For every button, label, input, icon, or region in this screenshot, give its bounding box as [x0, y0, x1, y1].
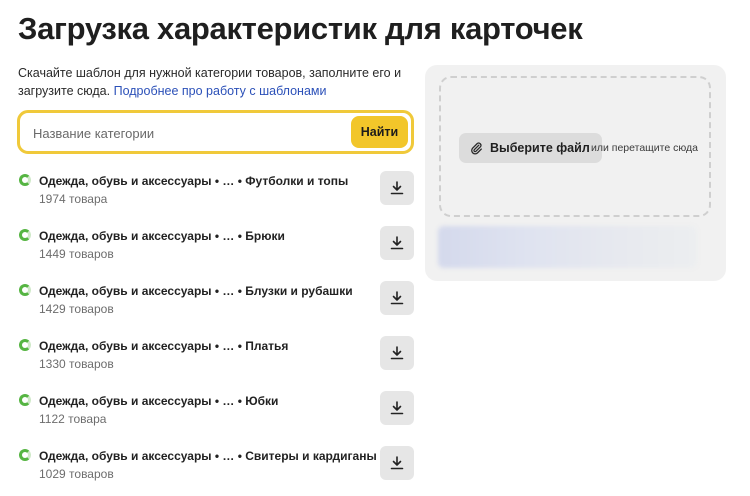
file-drop-zone[interactable]: Выберите файл или перетащите сюда [439, 76, 711, 217]
category-path: Одежда, обувь и аксессуары • … • Юбки [39, 394, 279, 408]
status-ring-icon [19, 339, 31, 351]
choose-file-button[interactable]: Выберите файл [459, 133, 602, 163]
paperclip-icon [471, 142, 482, 155]
product-count: 1029 товаров [39, 467, 114, 481]
product-count: 1449 товаров [39, 247, 114, 261]
download-icon [390, 456, 404, 470]
download-template-button[interactable] [380, 226, 414, 260]
search-button[interactable]: Найти [351, 116, 408, 148]
category-row: Одежда, обувь и аксессуары • … • Футболк… [18, 166, 418, 221]
product-count: 1974 товара [39, 192, 108, 206]
category-row: Одежда, обувь и аксессуары • … • Свитеры… [18, 441, 418, 496]
download-icon [390, 346, 404, 360]
upload-panel: Выберите файл или перетащите сюда [425, 65, 726, 281]
category-path: Одежда, обувь и аксессуары • … • Свитеры… [39, 449, 377, 463]
download-icon [390, 181, 404, 195]
category-row: Одежда, обувь и аксессуары • … • Юбки 11… [18, 386, 418, 441]
page-title: Загрузка характеристик для карточек [18, 11, 583, 46]
download-template-button[interactable] [380, 446, 414, 480]
drag-hint: или перетащите сюда [591, 142, 698, 154]
category-path: Одежда, обувь и аксессуары • … • Платья [39, 339, 289, 353]
category-list: Одежда, обувь и аксессуары • … • Футболк… [18, 166, 418, 496]
category-path: Одежда, обувь и аксессуары • … • Блузки … [39, 284, 353, 298]
page-description: Скачайте шаблон для нужной категории тов… [18, 64, 413, 100]
product-count: 1429 товаров [39, 302, 114, 316]
choose-file-label: Выберите файл [490, 141, 590, 155]
product-count: 1122 товара [39, 412, 107, 426]
category-row: Одежда, обувь и аксессуары • … • Блузки … [18, 276, 418, 331]
status-ring-icon [19, 174, 31, 186]
category-search-input[interactable] [31, 113, 350, 153]
download-icon [390, 236, 404, 250]
category-path: Одежда, обувь и аксессуары • … • Футболк… [39, 174, 349, 188]
category-path: Одежда, обувь и аксессуары • … • Брюки [39, 229, 285, 243]
download-icon [390, 401, 404, 415]
download-icon [390, 291, 404, 305]
category-row: Одежда, обувь и аксессуары • … • Платья … [18, 331, 418, 386]
category-row: Одежда, обувь и аксессуары • … • Брюки 1… [18, 221, 418, 276]
download-template-button[interactable] [380, 336, 414, 370]
status-ring-icon [19, 394, 31, 406]
status-ring-icon [19, 449, 31, 461]
download-template-button[interactable] [380, 391, 414, 425]
status-ring-icon [19, 229, 31, 241]
category-search: Найти [17, 110, 414, 154]
download-template-button[interactable] [380, 281, 414, 315]
download-template-button[interactable] [380, 171, 414, 205]
status-ring-icon [19, 284, 31, 296]
product-count: 1330 товаров [39, 357, 114, 371]
blurred-content [438, 226, 697, 268]
templates-help-link[interactable]: Подробнее про работу с шаблонами [114, 84, 327, 98]
